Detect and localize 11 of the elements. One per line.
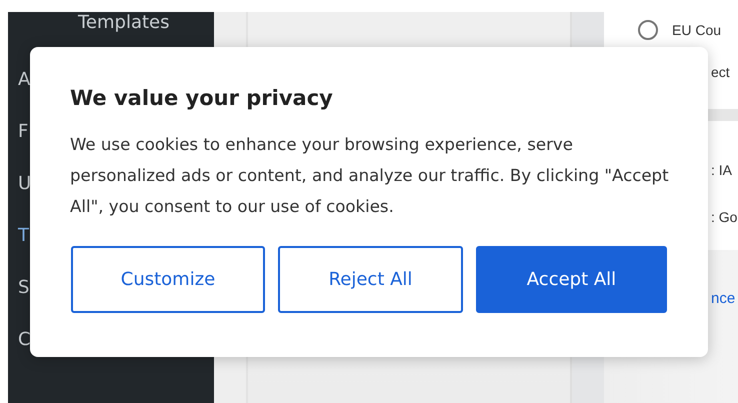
accept-button[interactable]: Accept All [476, 246, 667, 313]
dialog-message: We use cookies to enhance your browsing experience, serve personalized ads or content, and analyze our traffic. By clicking "Accept All", you consent to our use of cookies. [70, 134, 670, 218]
radio-button[interactable] [638, 20, 658, 40]
customize-button[interactable]: Customize [71, 246, 265, 313]
option-text: : Go [711, 208, 738, 224]
radio-label: EU Cou [672, 22, 722, 38]
option-text: : IA [711, 162, 732, 178]
option-text: ect [711, 64, 730, 80]
reject-button[interactable]: Reject All [278, 246, 463, 313]
link[interactable]: nce [711, 290, 736, 307]
dialog-title: We value your privacy [70, 85, 334, 112]
